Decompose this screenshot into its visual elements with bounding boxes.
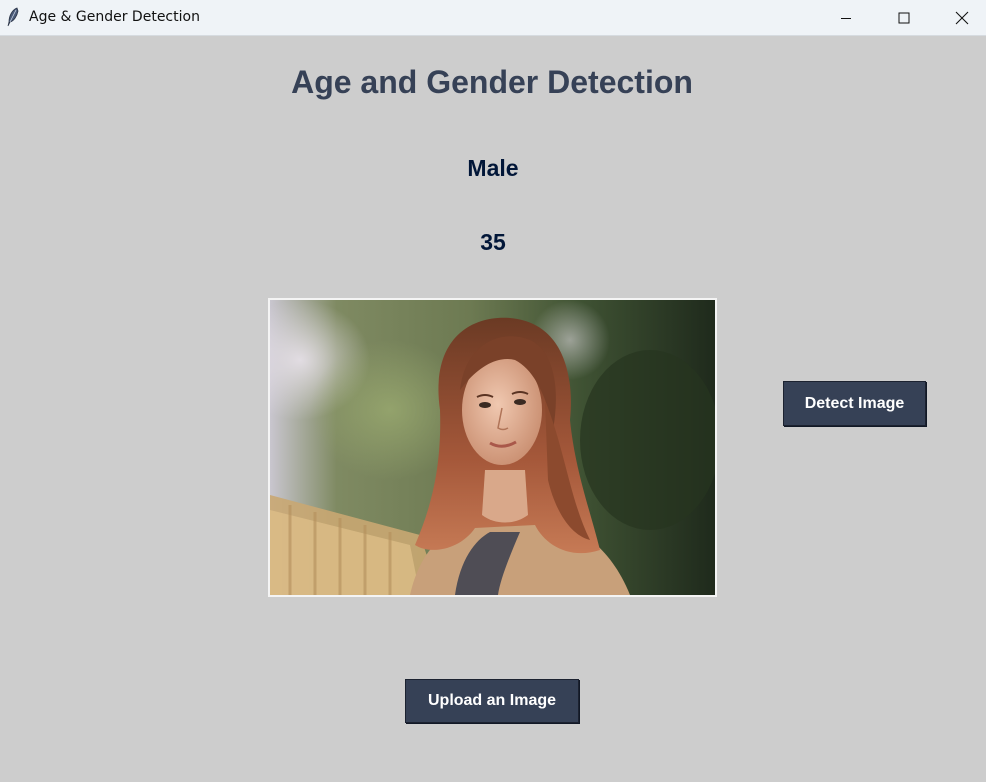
feather-icon	[7, 7, 19, 27]
age-result: 35	[480, 229, 506, 255]
app-window-body: Age and Gender Detection Male 35 Detect …	[0, 36, 986, 782]
minimize-icon	[841, 18, 851, 19]
window-title: Age & Gender Detection	[29, 9, 200, 25]
gender-result: Male	[467, 155, 519, 181]
maximize-button[interactable]	[875, 0, 933, 36]
maximize-icon	[898, 12, 910, 24]
upload-image-button[interactable]: Upload an Image	[405, 679, 579, 723]
uploaded-image	[268, 298, 717, 597]
page-title: Age and Gender Detection	[291, 64, 693, 100]
portrait-photo	[270, 300, 715, 595]
close-icon	[955, 11, 969, 25]
close-button[interactable]	[933, 0, 986, 36]
minimize-button[interactable]	[817, 0, 875, 36]
title-bar: Age & Gender Detection	[0, 0, 986, 36]
detect-image-button[interactable]: Detect Image	[783, 381, 926, 426]
